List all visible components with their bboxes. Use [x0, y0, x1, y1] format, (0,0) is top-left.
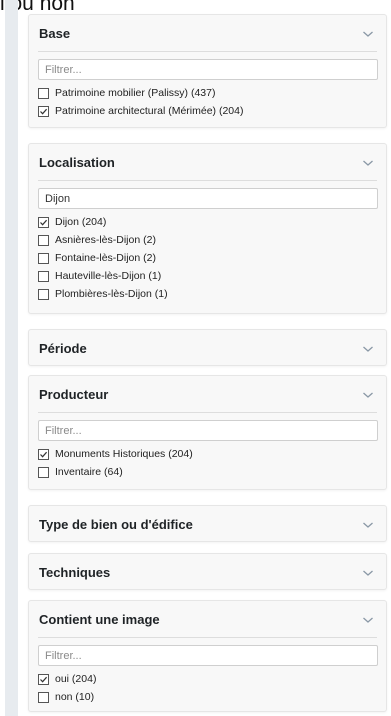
facet-panel-periode: Période — [28, 329, 387, 366]
chevron-down-icon[interactable] — [362, 159, 374, 167]
facet-title: Techniques — [39, 564, 111, 580]
facet-filter-input[interactable] — [38, 59, 378, 80]
facet-title: Localisation — [39, 154, 115, 170]
facet-option[interactable]: Patrimoine mobilier (Palissy) (437) — [38, 84, 377, 102]
facet-panel-producteur: Producteur Monuments Historiques (204) I… — [28, 375, 387, 490]
facet-option[interactable]: Monuments Historiques (204) — [38, 445, 377, 463]
chevron-down-icon[interactable] — [362, 521, 374, 529]
checkbox[interactable] — [38, 87, 49, 99]
facet-title: Période — [39, 340, 87, 356]
facet-panel-techniques: Techniques — [28, 553, 387, 590]
facet-option[interactable]: Inventaire (64) — [38, 463, 377, 481]
chevron-down-icon[interactable] — [362, 30, 374, 38]
checkbox[interactable] — [38, 270, 49, 282]
facet-option-label: Asnières-lès-Dijon (2) — [55, 234, 156, 246]
facet-option-label: Hauteville-lès-Dijon (1) — [55, 270, 162, 282]
checkbox[interactable] — [38, 288, 49, 300]
facet-title: Base — [39, 25, 71, 41]
facet-option-label: Dijon (204) — [55, 216, 107, 228]
chevron-down-icon[interactable] — [362, 569, 374, 577]
checkbox[interactable] — [38, 691, 49, 703]
checkmark-icon — [40, 451, 48, 458]
facet-option[interactable]: non (10) — [38, 688, 377, 706]
chevron-down-icon[interactable] — [362, 345, 374, 353]
facet-option-label: non (10) — [55, 691, 95, 703]
facet-option-label: Inventaire (64) — [55, 466, 123, 478]
facet-option[interactable]: Asnières-lès-Dijon (2) — [38, 231, 377, 249]
checkmark-icon — [40, 108, 48, 115]
facet-option[interactable]: Patrimoine architectural (Mérimée) (204) — [38, 102, 377, 120]
facet-panel-type-de-bien: Type de bien ou d'édifice — [28, 505, 387, 542]
facet-option-label: Fontaine-lès-Dijon (2) — [55, 252, 156, 264]
facet-filter-input[interactable] — [38, 645, 378, 666]
checkmark-icon — [40, 219, 48, 226]
checkbox[interactable] — [38, 673, 49, 685]
facet-header-localisation[interactable]: Localisation — [29, 144, 386, 180]
facet-option-label: Patrimoine architectural (Mérimée) (204) — [55, 105, 244, 117]
checkbox[interactable] — [38, 105, 49, 117]
checkbox[interactable] — [38, 252, 49, 264]
facet-filter-input[interactable] — [38, 188, 378, 209]
facet-panel-localisation: Localisation Dijon (204) Asnières-lès-Di… — [28, 143, 387, 314]
facet-title: Producteur — [39, 386, 109, 402]
facet-option[interactable]: oui (204) — [38, 670, 377, 688]
facet-header-contient-une-image[interactable]: Contient une image — [29, 601, 386, 637]
facet-header-techniques[interactable]: Techniques — [29, 554, 386, 590]
facet-option-label: Plombières-lès-Dijon (1) — [55, 288, 168, 300]
facet-title: Type de bien ou d'édifice — [39, 516, 193, 532]
checkmark-icon — [40, 676, 48, 683]
facet-title: Contient une image — [39, 611, 160, 627]
facet-option[interactable]: Plombières-lès-Dijon (1) — [38, 285, 377, 303]
checkbox[interactable] — [38, 466, 49, 478]
chevron-down-icon[interactable] — [362, 391, 374, 399]
facet-header-base[interactable]: Base — [29, 15, 386, 51]
facet-option[interactable]: Hauteville-lès-Dijon (1) — [38, 267, 377, 285]
facet-header-periode[interactable]: Période — [29, 330, 386, 366]
facet-option-label: Patrimoine mobilier (Palissy) (437) — [55, 87, 216, 99]
facet-header-type-de-bien[interactable]: Type de bien ou d'édifice — [29, 506, 386, 542]
facet-option[interactable]: Dijon (204) — [38, 213, 377, 231]
facet-option-label: oui (204) — [55, 673, 97, 685]
facet-header-producteur[interactable]: Producteur — [29, 376, 386, 412]
checkbox[interactable] — [38, 448, 49, 460]
facet-option-label: Monuments Historiques (204) — [55, 448, 193, 460]
checkbox[interactable] — [38, 216, 49, 228]
facet-panel-base: Base Patrimoine mobilier (Palissy) (437)… — [28, 14, 387, 128]
left-rail — [5, 0, 18, 716]
facet-panel-contient-une-image: Contient une image oui (204) non (10) — [28, 600, 387, 712]
checkbox[interactable] — [38, 234, 49, 246]
facet-option[interactable]: Fontaine-lès-Dijon (2) — [38, 249, 377, 267]
facet-filter-input[interactable] — [38, 420, 378, 441]
chevron-down-icon[interactable] — [362, 616, 374, 624]
